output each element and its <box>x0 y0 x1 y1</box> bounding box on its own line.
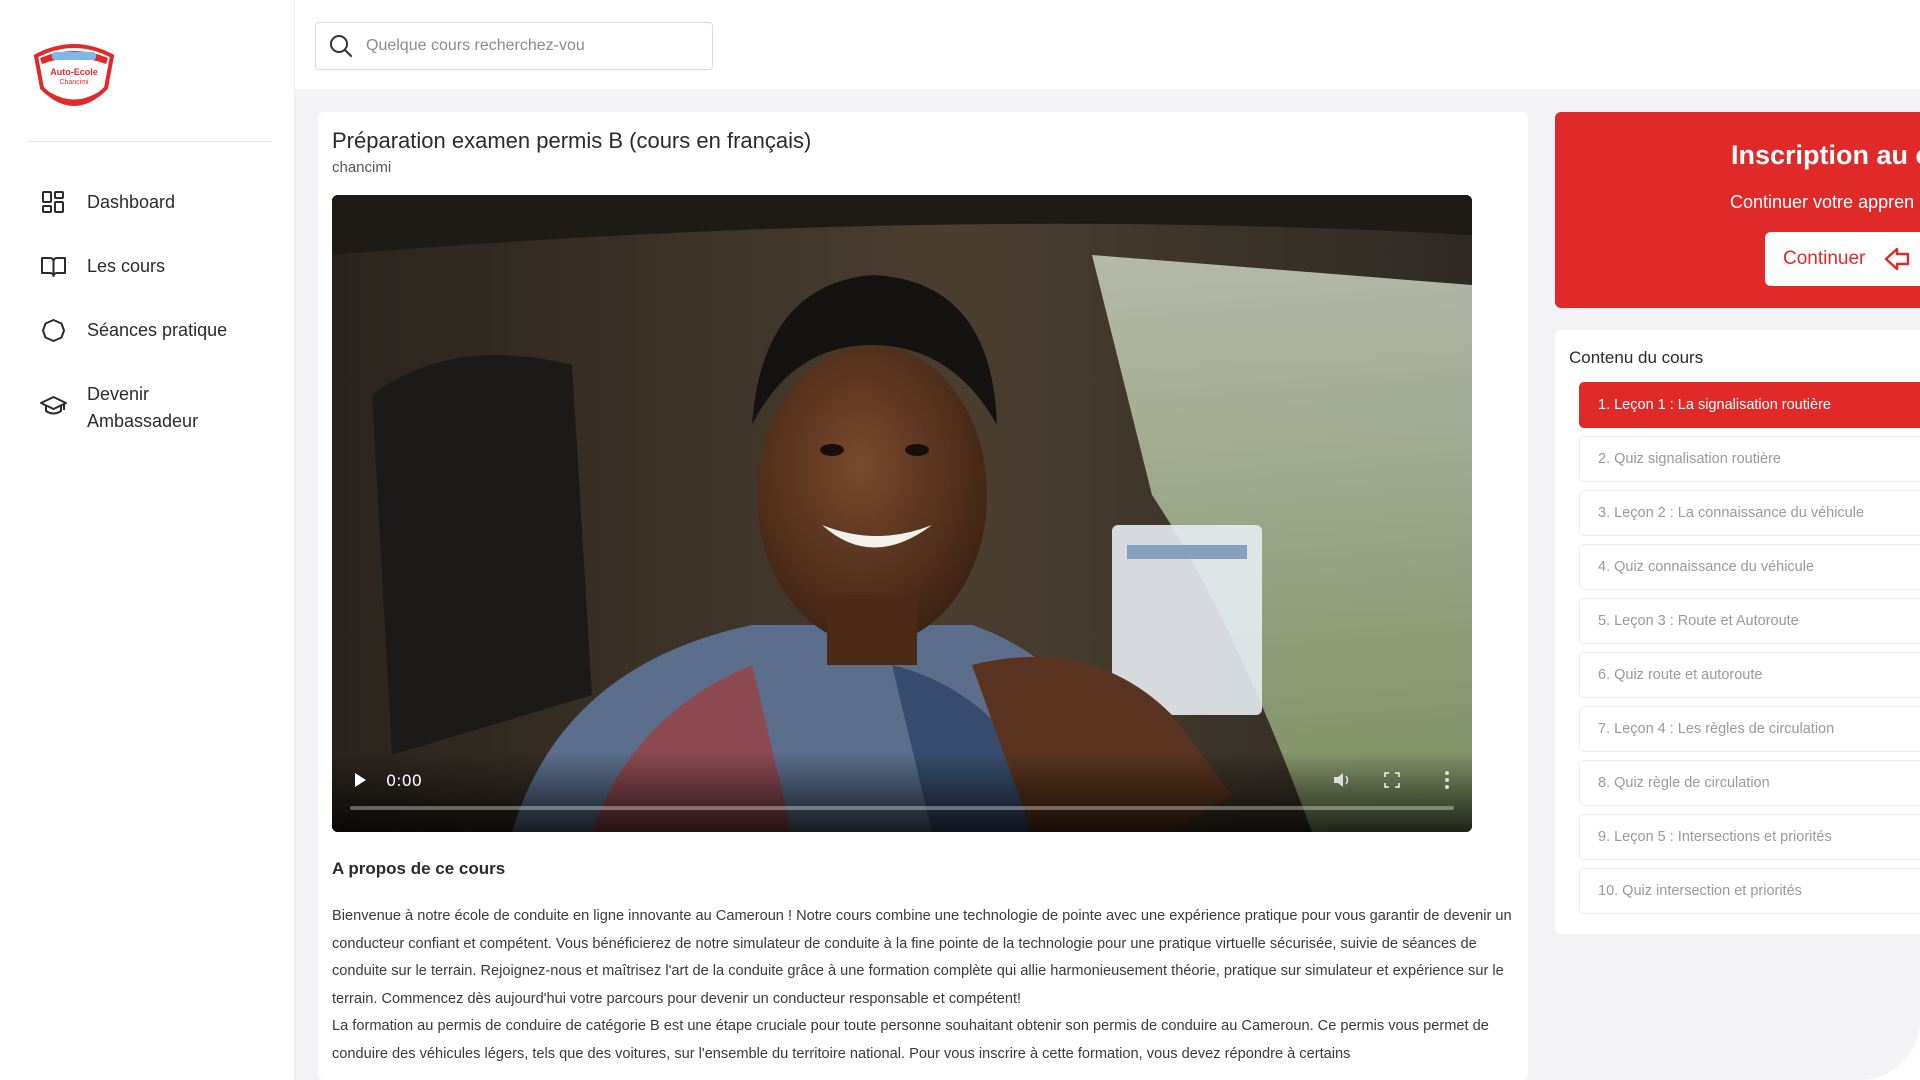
video-progress-bar[interactable] <box>350 806 1454 810</box>
course-author: chancimi <box>332 159 392 176</box>
about-text: Bienvenue à notre école de conduite en l… <box>332 903 1517 1068</box>
sidebar-item-label: Dashboard <box>87 192 176 212</box>
enroll-banner: Inscription au c Continuer votre appren … <box>1555 112 1920 308</box>
video-player[interactable]: 0:00 <box>332 195 1472 832</box>
sidebar-item-les-cours[interactable]: Les cours <box>40 253 290 280</box>
book-icon <box>40 253 67 280</box>
frame-corner <box>1860 1020 1920 1080</box>
lesson-item[interactable]: 7. Leçon 4 : Les règles de circulation <box>1579 706 1920 752</box>
circle-icon <box>40 317 67 344</box>
graduation-cap-icon <box>40 392 67 419</box>
app-window: Auto-Ecole Chancimi Dashboard Les cours … <box>0 0 1920 1080</box>
search-icon <box>330 35 352 57</box>
video-controls: 0:00 <box>332 752 1472 832</box>
continue-button[interactable]: Continuer <box>1765 232 1920 286</box>
sidebar-item-dashboard[interactable]: Dashboard <box>40 189 290 216</box>
course-card: Préparation examen permis B (cours en fr… <box>318 112 1528 1080</box>
enroll-title: Inscription au c <box>1731 140 1920 170</box>
dashboard-icon <box>40 189 67 216</box>
lesson-item[interactable]: 4. Quiz connaissance du véhicule <box>1579 544 1920 590</box>
about-paragraph: La formation au permis de conduire de ca… <box>332 1018 1489 1062</box>
lesson-item[interactable]: 5. Leçon 3 : Route et Autoroute <box>1579 598 1920 644</box>
lesson-item[interactable]: 10. Quiz intersection et priorités <box>1579 868 1920 914</box>
play-icon[interactable] <box>352 772 368 788</box>
about-paragraph: Bienvenue à notre école de conduite en l… <box>332 908 1512 1007</box>
top-bar <box>295 0 1920 89</box>
sidebar-nav: Dashboard Les cours Séances pratique Dev… <box>40 189 290 472</box>
lesson-item[interactable]: 6. Quiz route et autoroute <box>1579 652 1920 698</box>
sidebar-item-seances-pratique[interactable]: Séances pratique <box>40 317 290 344</box>
search-input[interactable] <box>364 36 698 56</box>
logo-badge-icon: Auto-Ecole Chancimi <box>33 44 115 106</box>
course-title: Préparation examen permis B (cours en fr… <box>332 128 812 153</box>
continue-button-label: Continuer <box>1783 248 1866 269</box>
sidebar-item-label: Séances pratique <box>87 320 228 340</box>
logo-text-line2: Chancimi <box>59 79 89 86</box>
sidebar-item-label: Les cours <box>87 256 166 276</box>
enroll-subtitle: Continuer votre appren <box>1730 192 1915 212</box>
logo-text-line1: Auto-Ecole <box>50 67 98 77</box>
search-box[interactable] <box>315 22 713 70</box>
lesson-item[interactable]: 2. Quiz signalisation routière <box>1579 436 1920 482</box>
video-thumbnail <box>332 195 1472 832</box>
arrow-left-icon <box>1885 247 1910 271</box>
course-content-title: Contenu du cours <box>1569 348 1704 367</box>
sidebar-divider <box>28 141 272 142</box>
more-options-icon[interactable] <box>1444 770 1450 790</box>
course-content-panel: Contenu du cours 1. Leçon 1 : La signali… <box>1555 330 1920 934</box>
sidebar-item-label: Devenir Ambassadeur <box>87 384 199 431</box>
lesson-item[interactable]: 8. Quiz règle de circulation <box>1579 760 1920 806</box>
lesson-item[interactable]: 3. Leçon 2 : La connaissance du véhicule <box>1579 490 1920 536</box>
volume-icon[interactable] <box>1332 770 1352 790</box>
lesson-item[interactable]: 9. Leçon 5 : Intersections et priorités <box>1579 814 1920 860</box>
logo[interactable]: Auto-Ecole Chancimi <box>32 42 116 116</box>
about-title: A propos de ce cours <box>332 859 506 878</box>
video-time: 0:00 <box>386 771 422 790</box>
sidebar: Auto-Ecole Chancimi Dashboard Les cours … <box>0 0 295 1080</box>
lesson-item[interactable]: 1. Leçon 1 : La signalisation routière <box>1579 382 1920 428</box>
sidebar-item-devenir-ambassadeur[interactable]: Devenir Ambassadeur <box>40 381 290 435</box>
fullscreen-icon[interactable] <box>1384 772 1400 788</box>
lesson-list: 1. Leçon 1 : La signalisation routière 2… <box>1579 382 1920 922</box>
